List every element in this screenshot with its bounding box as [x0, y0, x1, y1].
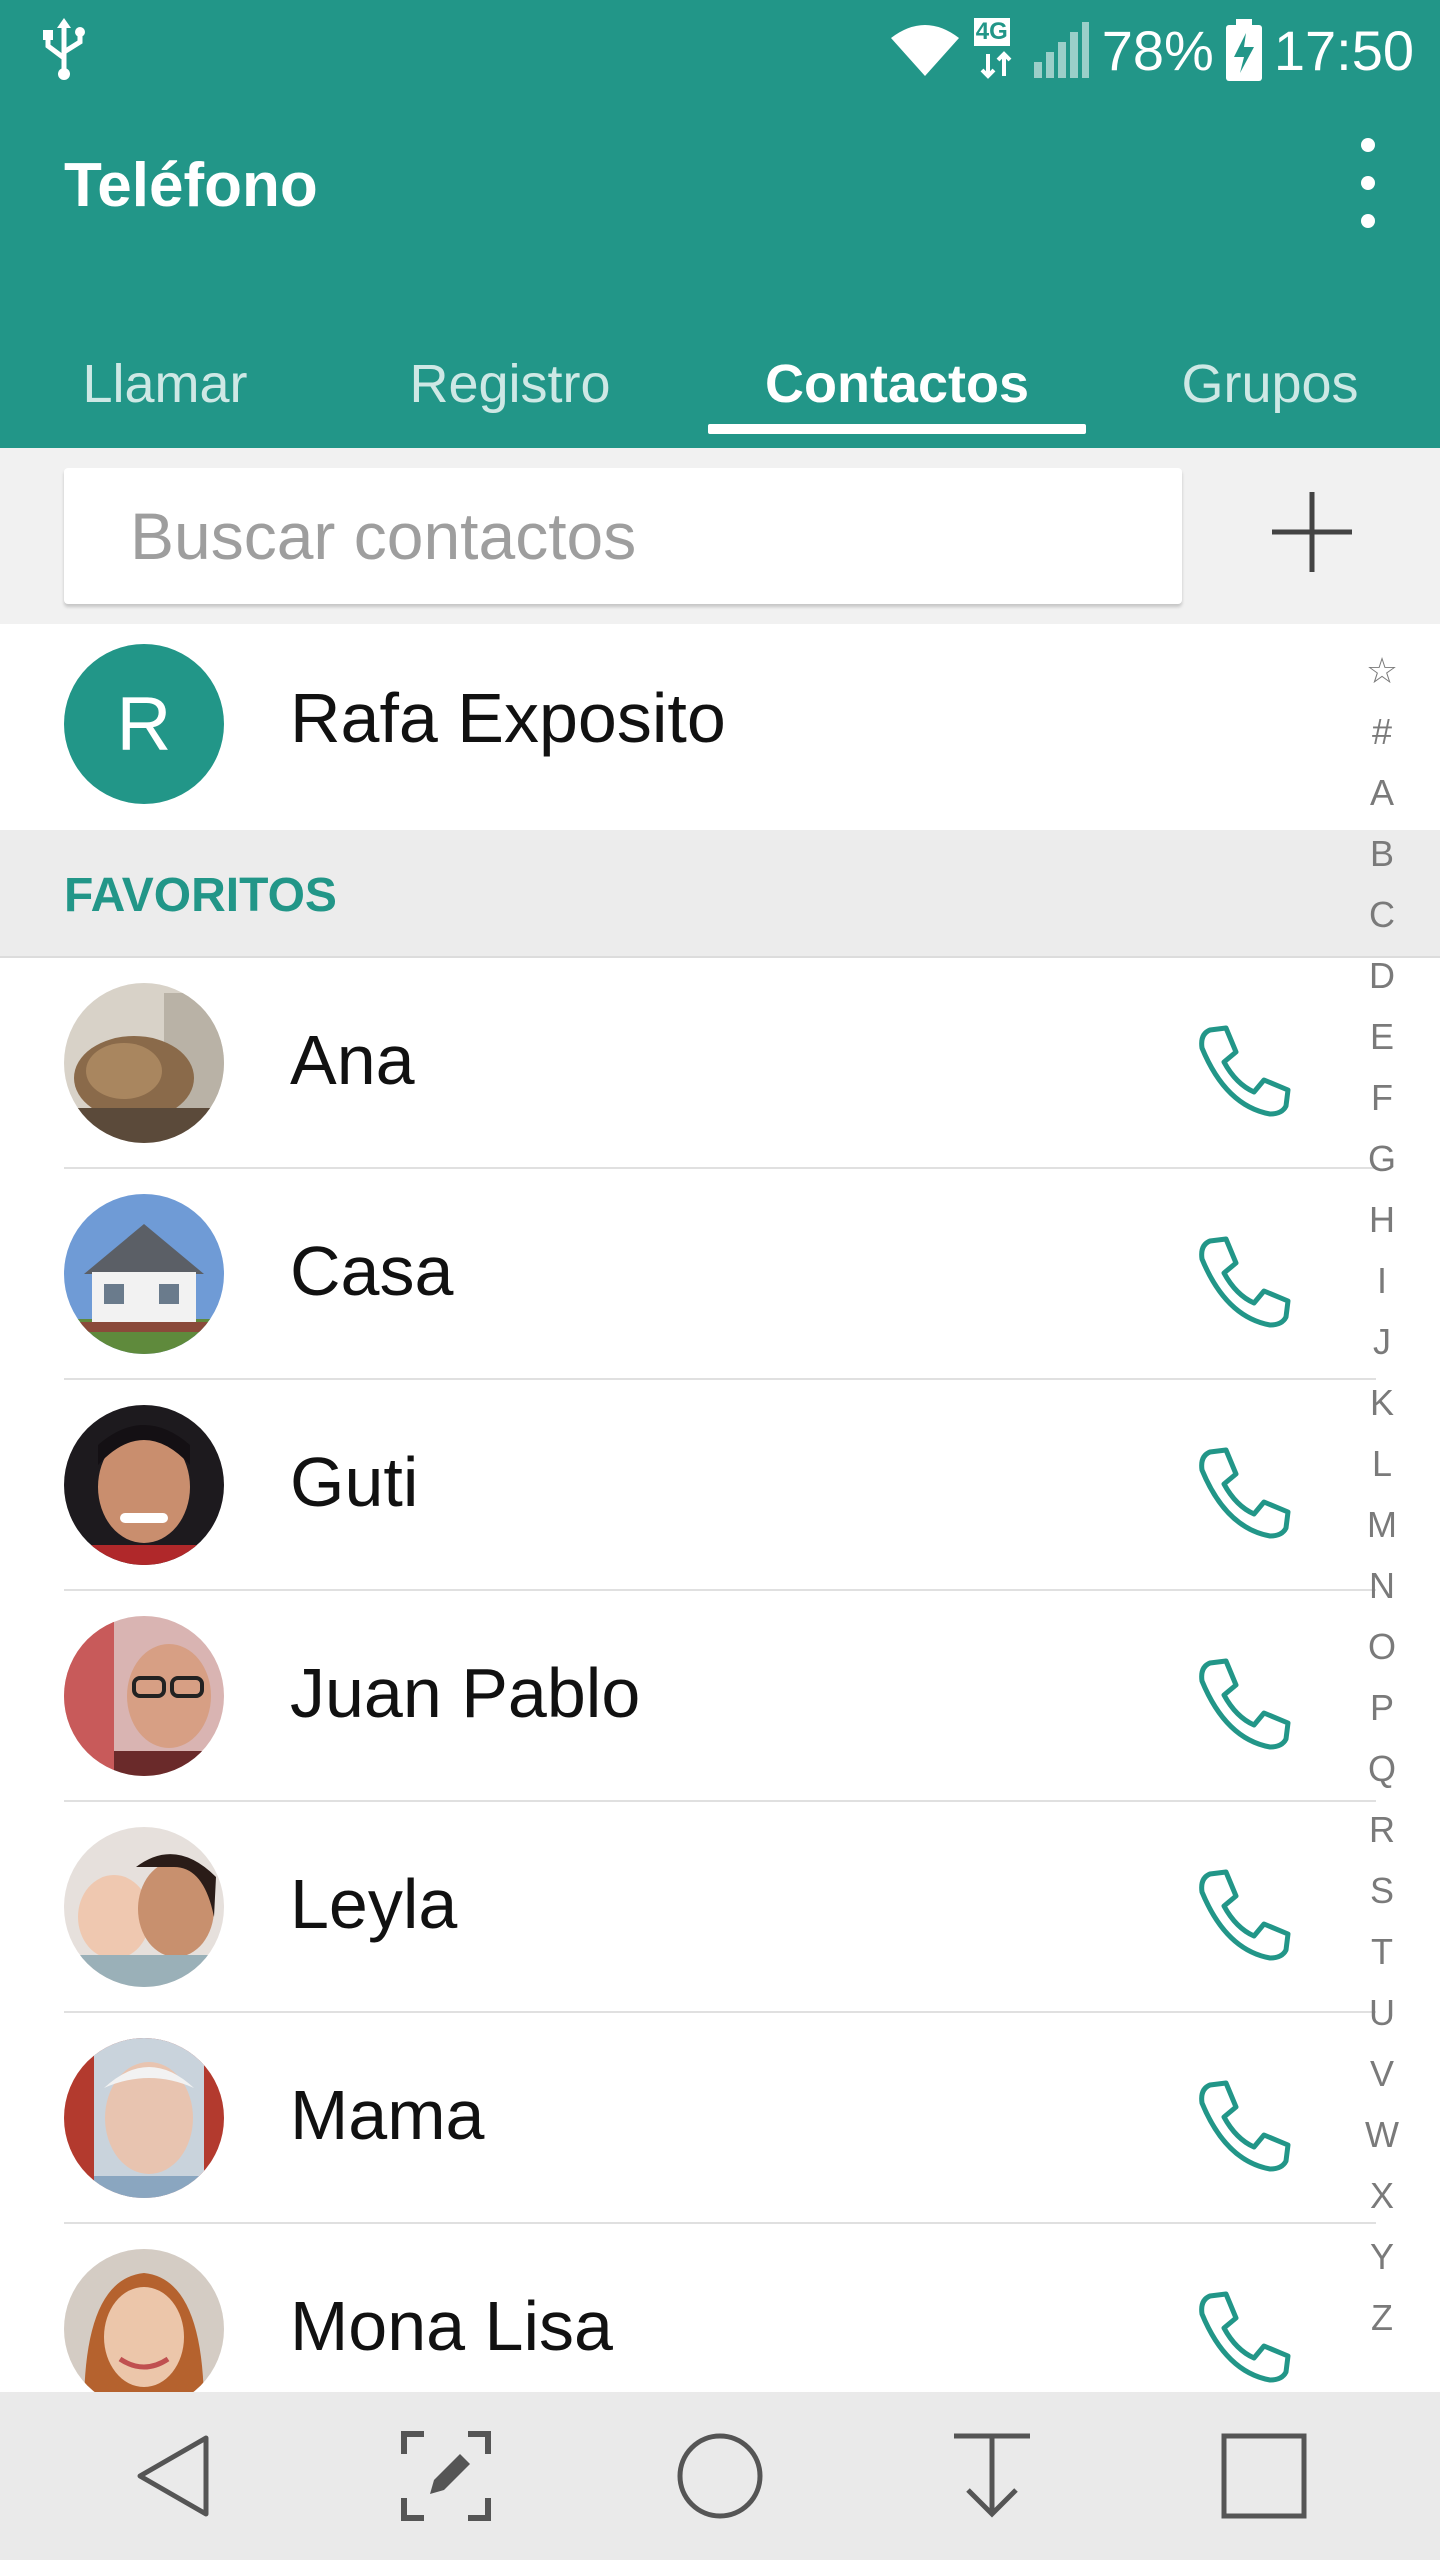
status-bar: 4G 78% 17:50	[0, 0, 1440, 100]
tab-bar: Llamar Registro Contactos Grupos	[0, 320, 1440, 448]
avatar-juan-pablo	[64, 1616, 224, 1776]
contact-name: Guti	[290, 1443, 419, 1521]
avatar-leyla	[64, 1827, 224, 1987]
avatar-mama	[64, 2038, 224, 2198]
contact-name: Mona Lisa	[290, 2287, 613, 2365]
list-item[interactable]: Guti	[0, 1380, 1440, 1591]
contact-name: Casa	[290, 1232, 454, 1310]
signal-icon	[1033, 22, 1089, 78]
index-letter[interactable]: L	[1356, 1433, 1408, 1494]
recents-icon[interactable]	[1216, 2428, 1312, 2524]
index-favorites[interactable]: ☆	[1356, 640, 1408, 701]
index-letter[interactable]: D	[1356, 945, 1408, 1006]
search-box	[64, 468, 1182, 604]
index-letter[interactable]: F	[1356, 1067, 1408, 1128]
back-icon[interactable]	[128, 2428, 224, 2524]
index-letter[interactable]: B	[1356, 823, 1408, 884]
app-bar: 4G 78% 17:50 Teléfono Llamar Registro Co…	[0, 0, 1440, 448]
avatar-guti	[64, 1405, 224, 1565]
index-letter[interactable]: O	[1356, 1616, 1408, 1677]
favorites-header: FAVORITOS	[0, 830, 1440, 958]
index-letter[interactable]: V	[1356, 2043, 1408, 2104]
list-item[interactable]: Leyla	[0, 1802, 1440, 2013]
index-letter[interactable]: Y	[1356, 2226, 1408, 2287]
phone-icon[interactable]	[1196, 1655, 1292, 1751]
tab-grupos[interactable]: Grupos	[1110, 320, 1430, 448]
index-letter[interactable]: N	[1356, 1555, 1408, 1616]
my-profile-row[interactable]: R Rafa Exposito	[0, 624, 1440, 832]
contact-name: Mama	[290, 2076, 485, 2154]
battery-charging-icon	[1225, 19, 1262, 81]
contact-name: Leyla	[290, 1865, 458, 1943]
contact-name: Ana	[290, 1021, 415, 1099]
avatar-casa	[64, 1194, 224, 1354]
phone-icon[interactable]	[1196, 1866, 1292, 1962]
contact-name: Juan Pablo	[290, 1654, 641, 1732]
phone-icon[interactable]	[1196, 1022, 1292, 1118]
app-title: Teléfono	[64, 151, 318, 220]
avatar-mona-lisa	[64, 2249, 224, 2409]
index-letter[interactable]: I	[1356, 1250, 1408, 1311]
usb-icon	[43, 18, 85, 80]
avatar: R	[64, 644, 224, 804]
wifi-icon	[890, 25, 959, 76]
index-letter[interactable]: #	[1356, 701, 1408, 762]
index-letter[interactable]: S	[1356, 1860, 1408, 1921]
index-letter[interactable]: A	[1356, 762, 1408, 823]
tab-llamar[interactable]: Llamar	[0, 320, 330, 448]
index-letter[interactable]: G	[1356, 1128, 1408, 1189]
index-letter[interactable]: W	[1356, 2104, 1408, 2165]
phone-icon[interactable]	[1196, 1233, 1292, 1329]
capture-plus-icon[interactable]	[398, 2428, 494, 2524]
plus-icon[interactable]	[1262, 482, 1362, 582]
list-item[interactable]: Casa	[0, 1169, 1440, 1380]
phone-icon[interactable]	[1196, 1444, 1292, 1540]
search-bar	[0, 448, 1440, 624]
index-letter[interactable]: T	[1356, 1921, 1408, 1982]
index-letter[interactable]: R	[1356, 1799, 1408, 1860]
list-item[interactable]: Mama	[0, 2013, 1440, 2224]
list-item[interactable]: Juan Pablo	[0, 1591, 1440, 1802]
home-icon[interactable]	[672, 2428, 768, 2524]
tab-registro[interactable]: Registro	[350, 320, 670, 448]
index-letter[interactable]: K	[1356, 1372, 1408, 1433]
battery-percent: 78%	[1101, 18, 1214, 82]
clock: 17:50	[1273, 18, 1414, 82]
section-title: FAVORITOS	[64, 869, 337, 922]
alphabet-index[interactable]: ☆ # A B C D E F G H I J K L M N O P Q R …	[1356, 640, 1408, 2348]
index-letter[interactable]: Z	[1356, 2287, 1408, 2348]
network-badge: 4G	[972, 18, 1020, 82]
avatar-ana	[64, 983, 224, 1143]
list-item[interactable]: Ana	[0, 958, 1440, 1169]
tab-contactos[interactable]: Contactos	[708, 320, 1086, 448]
index-letter[interactable]: J	[1356, 1311, 1408, 1372]
index-letter[interactable]: E	[1356, 1006, 1408, 1067]
index-letter[interactable]: H	[1356, 1189, 1408, 1250]
search-input[interactable]	[64, 468, 1182, 604]
navigation-bar	[0, 2392, 1440, 2560]
phone-icon[interactable]	[1196, 2288, 1292, 2384]
index-letter[interactable]: Q	[1356, 1738, 1408, 1799]
more-vert-icon[interactable]	[1356, 138, 1380, 230]
index-letter[interactable]: M	[1356, 1494, 1408, 1555]
phone-icon[interactable]	[1196, 2077, 1292, 2173]
notification-pull-icon[interactable]	[944, 2428, 1040, 2524]
profile-name: Rafa Exposito	[290, 679, 726, 757]
index-letter[interactable]: X	[1356, 2165, 1408, 2226]
index-letter[interactable]: U	[1356, 1982, 1408, 2043]
tab-indicator	[708, 424, 1086, 434]
index-letter[interactable]: P	[1356, 1677, 1408, 1738]
index-letter[interactable]: C	[1356, 884, 1408, 945]
